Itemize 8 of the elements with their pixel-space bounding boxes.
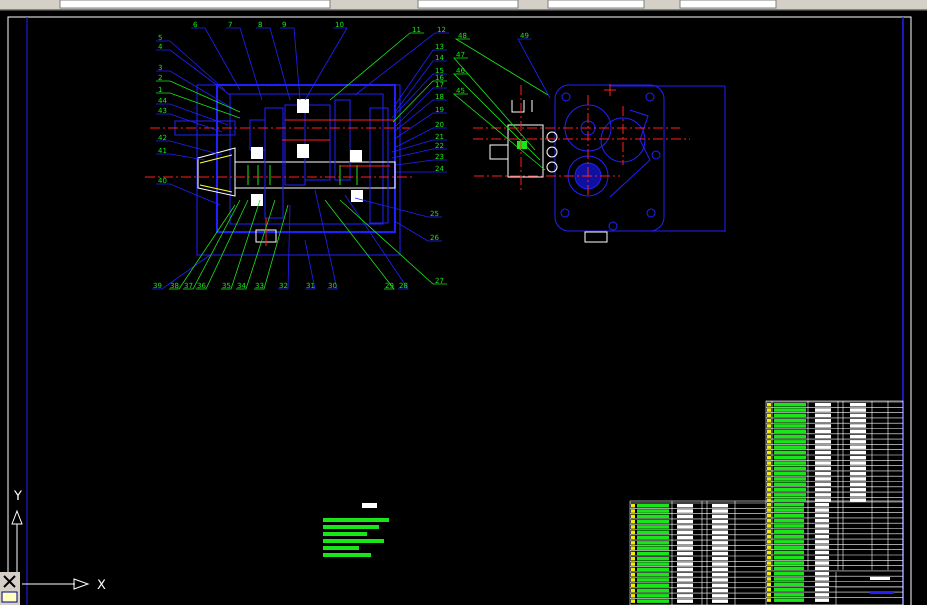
layer-dropdown[interactable] [60, 0, 330, 8]
snap-toolbar-icon[interactable] [0, 572, 20, 605]
y-axis-label: Y [14, 489, 22, 504]
technical-notes-drawing [323, 503, 389, 557]
plotstyle-dropdown[interactable] [680, 0, 776, 8]
linetype-dropdown[interactable] [418, 0, 518, 8]
lineweight-dropdown[interactable] [548, 0, 644, 8]
x-axis-label: X [97, 578, 106, 593]
